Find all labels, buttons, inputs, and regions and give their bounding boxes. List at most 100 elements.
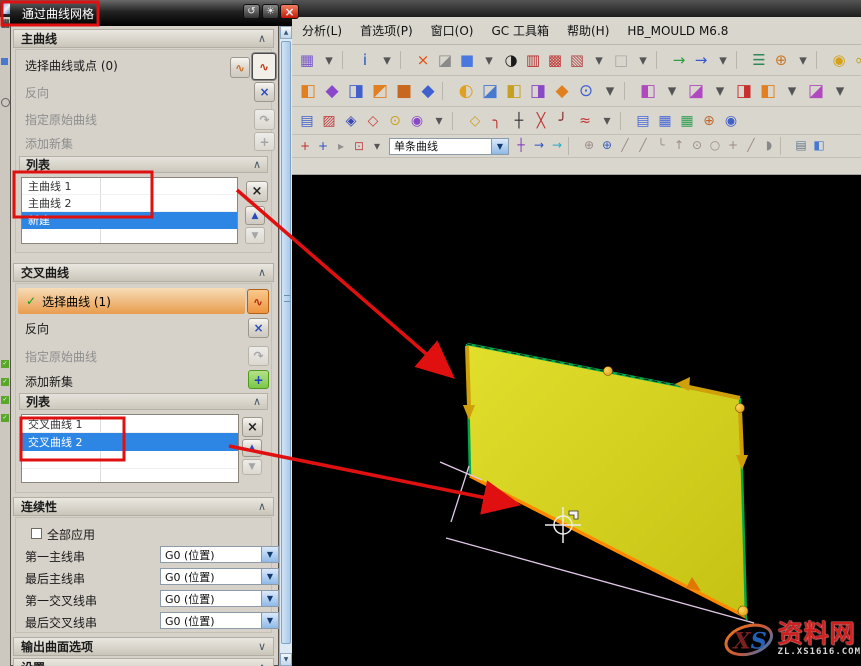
toolbar-icon[interactable]: ○ bbox=[706, 137, 724, 153]
chevron-up-icon[interactable]: ∧ bbox=[258, 661, 266, 666]
toolbar-icon[interactable]: ⊙ bbox=[384, 110, 406, 132]
toolbar-icon[interactable]: ≈ bbox=[574, 110, 596, 132]
toolbar-icon[interactable]: ◑ bbox=[500, 49, 522, 71]
chevron-down-icon[interactable]: ∨ bbox=[258, 640, 266, 653]
chevron-down-icon[interactable]: ▼ bbox=[261, 569, 278, 584]
toolbar-icon[interactable]: ▤ bbox=[792, 137, 810, 153]
toolbar-icon[interactable]: ◉ bbox=[406, 110, 428, 132]
apply-all-checkbox[interactable] bbox=[31, 528, 42, 539]
toolbar-icon[interactable]: ▾ bbox=[708, 80, 732, 102]
handle-sphere[interactable] bbox=[604, 367, 613, 376]
toolbar-icon[interactable]: ▦ bbox=[296, 49, 318, 71]
list-item[interactable]: 主曲线 2 bbox=[22, 195, 237, 212]
reverse-button[interactable]: × bbox=[254, 82, 275, 102]
toolbar-icon[interactable]: ◆ bbox=[320, 80, 344, 102]
toolbar-icon[interactable]: → bbox=[548, 137, 566, 153]
section-output-options-header[interactable]: 输出曲面选项 ∨ bbox=[13, 637, 274, 656]
toolbar-icon[interactable]: ╮ bbox=[486, 110, 508, 132]
curve-select-button[interactable]: ∿ bbox=[252, 53, 276, 80]
toolbar-icon[interactable]: ■ bbox=[456, 49, 478, 71]
toolbar-icon[interactable]: ◇ bbox=[362, 110, 384, 132]
toolbar-icon[interactable]: ▾ bbox=[828, 80, 852, 102]
point-constructor-button[interactable]: ∿ bbox=[230, 57, 250, 78]
menu-item[interactable]: 分析(L) bbox=[302, 22, 342, 39]
move-up-button[interactable]: ▲ bbox=[245, 206, 265, 225]
toolbar-icon[interactable]: ▾ bbox=[712, 49, 734, 71]
yellow-surface[interactable] bbox=[467, 344, 746, 617]
scroll-up-button[interactable]: ▲ bbox=[280, 26, 292, 39]
toolbar-icon[interactable]: ╰ bbox=[652, 137, 670, 153]
toolbar-icon[interactable]: ╱ bbox=[634, 137, 652, 153]
toolbar-icon[interactable]: ◧ bbox=[756, 80, 780, 102]
continuity-combo[interactable]: G0 (位置) ▼ bbox=[160, 590, 279, 607]
scroll-down-button[interactable]: ▼ bbox=[280, 653, 292, 666]
list-item-selected[interactable]: 新建 bbox=[22, 212, 237, 229]
toolbar-icon[interactable]: ⊙ bbox=[688, 137, 706, 153]
chevron-down-icon[interactable]: ▼ bbox=[261, 613, 278, 628]
toolbar-icon[interactable]: ◉ bbox=[828, 49, 850, 71]
section-continuity-header[interactable]: 连续性 ∧ bbox=[13, 497, 274, 516]
toolbar-icon[interactable]: ◪ bbox=[804, 80, 828, 102]
toolbar-icon[interactable]: ▾ bbox=[596, 110, 618, 132]
toolbar-icon[interactable]: ◩ bbox=[368, 80, 392, 102]
menu-item[interactable]: 帮助(H) bbox=[567, 22, 609, 39]
toolbar-icon[interactable] bbox=[452, 112, 462, 130]
toolbar-icon[interactable]: ┼ bbox=[512, 137, 530, 153]
toolbar-icon[interactable]: × bbox=[412, 49, 434, 71]
section-cross-curve-header[interactable]: 交叉曲线 ∧ bbox=[13, 263, 274, 282]
toolbar-icon[interactable]: ╱ bbox=[742, 137, 760, 153]
list-item-selected[interactable]: 交叉曲线 2 bbox=[22, 433, 238, 451]
list-item[interactable]: 交叉曲线 1 bbox=[22, 415, 238, 433]
toolbar-icon[interactable]: + bbox=[724, 137, 742, 153]
dialog-close-button[interactable]: × bbox=[280, 4, 299, 19]
toolbar-icon[interactable]: ╳ bbox=[530, 110, 552, 132]
toolbar-icon[interactable] bbox=[442, 82, 452, 100]
graphics-viewport[interactable]: XS 资料网 ZL.XS1616.COM bbox=[292, 175, 861, 666]
toolbar-icon[interactable]: ∞ bbox=[850, 49, 861, 71]
toolbar-icon[interactable]: ┼ bbox=[508, 110, 530, 132]
chevron-up-icon[interactable]: ∧ bbox=[258, 500, 266, 513]
toolbar-icon[interactable]: ⊕ bbox=[698, 110, 720, 132]
reverse-button[interactable]: × bbox=[248, 318, 269, 338]
scrollbar-thumb[interactable] bbox=[281, 41, 291, 644]
remove-item-button[interactable]: × bbox=[242, 417, 263, 437]
toolbar-icon[interactable] bbox=[816, 51, 826, 69]
toolbar-icon[interactable] bbox=[624, 82, 634, 100]
toolbar-icon[interactable]: ◧ bbox=[502, 80, 526, 102]
toolbar-icon[interactable]: ▾ bbox=[632, 49, 654, 71]
section-settings-header[interactable]: 设置 ∧ bbox=[13, 658, 274, 666]
menu-item[interactable]: HB_MOULD M6.8 bbox=[627, 24, 728, 38]
chevron-up-icon[interactable]: ∧ bbox=[258, 32, 266, 45]
toolbar-icon[interactable]: ▸ bbox=[332, 138, 350, 154]
toolbar-icon[interactable]: + bbox=[314, 138, 332, 154]
toolbar-icon[interactable]: ▾ bbox=[376, 49, 398, 71]
toolbar-icon[interactable] bbox=[400, 51, 410, 69]
toolbar-icon[interactable]: → bbox=[690, 49, 712, 71]
toolbar-icon[interactable]: ◧ bbox=[636, 80, 660, 102]
dialog-title-bar[interactable]: 通过曲线网格 ↺ ☀ × bbox=[10, 0, 292, 26]
toolbar-icon[interactable]: ◇ bbox=[464, 110, 486, 132]
toolbar-icon[interactable]: ╱ bbox=[616, 137, 634, 153]
chevron-up-icon[interactable]: ∧ bbox=[253, 158, 261, 171]
menu-item[interactable]: 首选项(P) bbox=[360, 22, 413, 39]
chevron-down-icon[interactable]: ▼ bbox=[491, 139, 508, 154]
toolbar-icon[interactable]: ⊡ bbox=[350, 138, 368, 154]
menu-item[interactable]: 窗口(O) bbox=[431, 22, 474, 39]
toolbar-icon[interactable]: ▩ bbox=[544, 49, 566, 71]
toolbar-icon[interactable]: → bbox=[668, 49, 690, 71]
toolbar-icon[interactable]: ◐ bbox=[454, 80, 478, 102]
toolbar-icon[interactable]: ◧ bbox=[296, 80, 320, 102]
add-new-set-button[interactable]: + bbox=[248, 370, 269, 389]
chevron-up-icon[interactable]: ∧ bbox=[253, 395, 261, 408]
toolbar-icon[interactable]: ▦ bbox=[676, 110, 698, 132]
toolbar-icon[interactable]: ☰ bbox=[748, 49, 770, 71]
curve-select-button-active[interactable]: ∿ bbox=[247, 289, 269, 314]
toolbar-icon[interactable]: ▤ bbox=[296, 110, 318, 132]
toolbar-icon[interactable]: ◨ bbox=[526, 80, 550, 102]
toolbar-icon[interactable]: ▾ bbox=[428, 110, 450, 132]
toolbar-icon[interactable]: ◪ bbox=[684, 80, 708, 102]
toolbar-icon[interactable]: ▾ bbox=[478, 49, 500, 71]
chevron-up-icon[interactable]: ∧ bbox=[258, 266, 266, 279]
toolbar-icon[interactable]: ▾ bbox=[660, 80, 684, 102]
select-curve-active-row[interactable]: ✓ 选择曲线 (1) bbox=[18, 288, 245, 314]
